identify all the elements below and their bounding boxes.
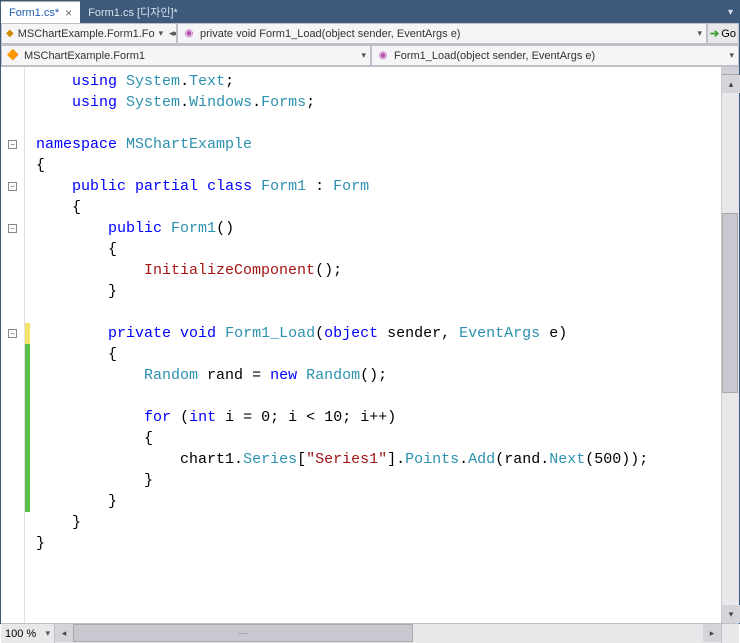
class-dropdown[interactable]: ◆ MSChartExample.Form1.Fo ▾ ◂▸ bbox=[1, 23, 177, 44]
breadcrumb-class-label: MSChartExample.Form1 bbox=[24, 50, 145, 62]
tab-label: Form1.cs [디자인]* bbox=[88, 4, 178, 20]
gutter: − − − − bbox=[1, 67, 25, 623]
code-line[interactable]: { bbox=[36, 155, 721, 176]
tab-overflow-icon[interactable]: ▾ bbox=[722, 1, 739, 23]
tab-form1-cs[interactable]: Form1.cs* × bbox=[1, 1, 80, 23]
code-line[interactable]: { bbox=[36, 197, 721, 218]
scroll-right-icon[interactable]: ▸ bbox=[703, 624, 721, 642]
code-line[interactable]: } bbox=[36, 281, 721, 302]
method-icon: ◉ bbox=[376, 49, 390, 63]
close-icon[interactable]: × bbox=[65, 6, 72, 20]
scroll-track[interactable]: ⋯ bbox=[73, 624, 703, 643]
scroll-up-icon[interactable]: ▴ bbox=[722, 75, 740, 93]
vertical-scrollbar[interactable]: ▴ ▾ bbox=[721, 67, 739, 623]
fold-toggle[interactable]: − bbox=[8, 140, 17, 149]
scroll-down-icon[interactable]: ▾ bbox=[722, 605, 740, 623]
code-line[interactable] bbox=[36, 302, 721, 323]
chevron-down-icon: ▾ bbox=[45, 628, 50, 639]
scroll-left-icon[interactable]: ◂ bbox=[55, 624, 73, 642]
code-area[interactable]: using System.Text; using System.Windows.… bbox=[30, 67, 721, 623]
class-dropdown-label: MSChartExample.Form1.Fo bbox=[18, 28, 155, 40]
code-line[interactable]: using System.Windows.Forms; bbox=[36, 92, 721, 113]
code-line[interactable]: { bbox=[36, 428, 721, 449]
code-line[interactable]: chart1.Series["Series1"].Points.Add(rand… bbox=[36, 449, 721, 470]
tab-label: Form1.cs* bbox=[9, 7, 59, 19]
chevron-down-icon: ▾ bbox=[159, 28, 164, 39]
fold-toggle[interactable]: − bbox=[8, 182, 17, 191]
breadcrumb-member-label: Form1_Load(object sender, EventArgs e) bbox=[394, 50, 595, 62]
code-line[interactable]: Random rand = new Random(); bbox=[36, 365, 721, 386]
code-line[interactable]: public partial class Form1 : Form bbox=[36, 176, 721, 197]
class-icon: ◆ bbox=[6, 27, 14, 41]
code-line[interactable]: namespace MSChartExample bbox=[36, 134, 721, 155]
status-bar: 100 % ▾ ◂ ⋯ ▸ bbox=[1, 623, 739, 643]
code-line[interactable] bbox=[36, 113, 721, 134]
nav-row-dropdowns: ◆ MSChartExample.Form1.Fo ▾ ◂▸ ◉ private… bbox=[1, 23, 739, 45]
go-arrow-icon: ➔ bbox=[710, 27, 719, 40]
chevron-down-icon: ▾ bbox=[729, 50, 734, 61]
code-line[interactable]: private void Form1_Load(object sender, E… bbox=[36, 323, 721, 344]
nav-history-icon[interactable]: ◂▸ bbox=[169, 28, 177, 39]
split-handle[interactable] bbox=[722, 67, 739, 75]
code-line[interactable]: { bbox=[36, 344, 721, 365]
horizontal-scrollbar[interactable]: ◂ ⋯ ▸ bbox=[55, 624, 721, 643]
fold-toggle[interactable]: − bbox=[8, 224, 17, 233]
code-line[interactable]: } bbox=[36, 470, 721, 491]
tab-form1-design[interactable]: Form1.cs [디자인]* bbox=[80, 1, 186, 23]
scroll-thumb[interactable] bbox=[722, 213, 738, 393]
code-line[interactable]: } bbox=[36, 533, 721, 554]
breadcrumb-member[interactable]: ◉ Form1_Load(object sender, EventArgs e)… bbox=[371, 45, 739, 66]
chevron-down-icon: ▾ bbox=[697, 28, 702, 39]
breadcrumb-class[interactable]: 🔶 MSChartExample.Form1 ▾ bbox=[1, 45, 371, 66]
class-icon: 🔶 bbox=[6, 49, 20, 63]
breadcrumb-bar: 🔶 MSChartExample.Form1 ▾ ◉ Form1_Load(ob… bbox=[1, 45, 739, 67]
member-dropdown-label: private void Form1_Load(object sender, E… bbox=[200, 28, 460, 40]
scroll-track[interactable] bbox=[722, 93, 739, 605]
fold-toggle[interactable]: − bbox=[8, 329, 17, 338]
code-line[interactable]: using System.Text; bbox=[36, 71, 721, 92]
tab-bar: Form1.cs* × Form1.cs [디자인]* ▾ bbox=[1, 1, 739, 23]
method-icon: ◉ bbox=[182, 27, 196, 41]
member-dropdown[interactable]: ◉ private void Form1_Load(object sender,… bbox=[177, 23, 707, 44]
code-line[interactable]: public Form1() bbox=[36, 218, 721, 239]
scroll-thumb[interactable]: ⋯ bbox=[73, 624, 413, 642]
code-line[interactable]: } bbox=[36, 491, 721, 512]
code-line[interactable] bbox=[36, 386, 721, 407]
code-line[interactable]: for (int i = 0; i < 10; i++) bbox=[36, 407, 721, 428]
zoom-dropdown[interactable]: 100 % ▾ bbox=[1, 624, 55, 643]
code-line[interactable]: InitializeComponent(); bbox=[36, 260, 721, 281]
chevron-down-icon: ▾ bbox=[361, 50, 366, 61]
code-line[interactable]: } bbox=[36, 512, 721, 533]
code-editor[interactable]: − − − − using System.Text; using System.Win… bbox=[1, 67, 739, 623]
go-button[interactable]: ➔ Go bbox=[707, 23, 739, 44]
code-line[interactable]: { bbox=[36, 239, 721, 260]
